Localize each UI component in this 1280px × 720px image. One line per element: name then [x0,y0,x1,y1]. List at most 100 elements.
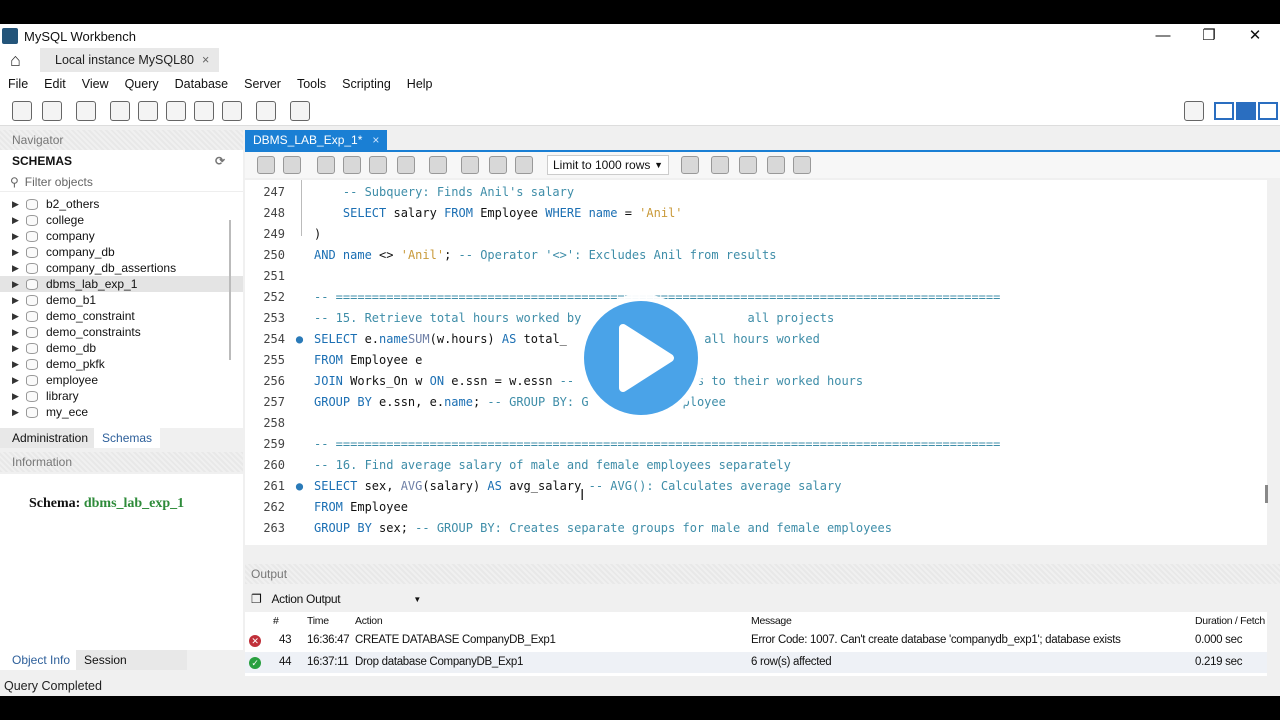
close-button[interactable]: ✕ [1232,24,1278,48]
schema-item[interactable]: ▶ dbms_lab_exp_1 [0,276,243,292]
editor-toolbar-icon-10[interactable] [681,156,699,174]
column-header[interactable]: Time [307,612,329,630]
limit-rows-select[interactable]: Limit to 1000 rows ▼ [547,155,669,175]
tree-scrollbar[interactable] [229,220,231,360]
schema-item[interactable]: ▶ employee [0,372,243,388]
play-button-overlay[interactable] [578,288,704,428]
editor-toolbar-icon-3[interactable] [343,156,361,174]
editor-toolbar-icon-11[interactable] [711,156,729,174]
output-mode-select[interactable]: ❐ Action Output ▼ [251,589,421,609]
menu-scripting[interactable]: Scripting [334,77,399,91]
schema-item[interactable]: ▶ library [0,388,243,404]
toolbar-icon-8[interactable] [256,101,276,121]
close-tab-icon[interactable]: × [202,53,209,67]
tab-administration[interactable]: Administration [0,428,95,448]
expand-arrow-icon[interactable]: ▶ [12,324,26,340]
expand-arrow-icon[interactable]: ▶ [12,244,26,260]
layout-toggle-icon-2[interactable] [1258,102,1278,120]
toolbar-icon-5[interactable] [166,101,186,121]
column-header[interactable]: Action [355,612,383,630]
editor-toolbar-icon-6[interactable] [429,156,447,174]
schema-item[interactable]: ▶ demo_constraints [0,324,243,340]
schema-item[interactable]: ▶ company_db_assertions [0,260,243,276]
tab-schemas[interactable]: Schemas [94,428,161,448]
minimize-button[interactable]: — [1140,24,1186,48]
column-header[interactable]: Message [751,612,792,630]
code-token: total_ [523,332,567,346]
schema-item[interactable]: ▶ demo_pkfk [0,356,243,372]
schema-name: demo_constraints [46,325,141,339]
schema-item[interactable]: ▶ my_ece [0,404,243,420]
editor-toolbar-icon-8[interactable] [489,156,507,174]
refresh-icon[interactable]: ⟳ [215,150,225,172]
cell-message: 6 row(s) affected [751,656,832,668]
expand-arrow-icon[interactable]: ▶ [12,196,26,212]
layout-toggle-icon-0[interactable] [1214,102,1234,120]
editor-toolbar-icon-7[interactable] [461,156,479,174]
column-header[interactable]: Duration / Fetch [1195,612,1265,630]
toolbar-icon-10[interactable] [1184,101,1204,121]
expand-arrow-icon[interactable]: ▶ [12,292,26,308]
menu-query[interactable]: Query [117,77,167,91]
vertical-scrollbar[interactable] [1265,485,1268,503]
menu-file[interactable]: File [0,77,36,91]
database-icon [26,406,38,418]
editor-toolbar-icon-14[interactable] [793,156,811,174]
tab-object-info[interactable]: Object Info [0,650,77,670]
menu-help[interactable]: Help [399,77,441,91]
expand-arrow-icon[interactable]: ▶ [12,228,26,244]
toolbar-icon-3[interactable] [110,101,130,121]
close-editor-tab-icon[interactable]: × [372,133,379,147]
expand-arrow-icon[interactable]: ▶ [12,276,26,292]
editor-toolbar-icon-9[interactable] [515,156,533,174]
toolbar-icon-2[interactable] [76,101,96,121]
editor-toolbar: Limit to 1000 rows ▼ [245,152,1280,178]
editor-toolbar-icon-2[interactable] [317,156,335,174]
editor-toolbar-icon-13[interactable] [767,156,785,174]
editor-toolbar-icon-0[interactable] [257,156,275,174]
output-row[interactable]: ✓ 44 16:37:11 Drop database CompanyDB_Exp1 6… [245,652,1267,673]
window-title: MySQL Workbench [24,28,136,44]
menu-server[interactable]: Server [236,77,289,91]
menu-edit[interactable]: Edit [36,77,74,91]
editor-tab[interactable]: DBMS_LAB_Exp_1* × [245,130,388,150]
code-area[interactable]: 247 -- Subquery: Finds Anil's salary 248 … [245,180,1267,545]
editor-toolbar-icon-4[interactable] [369,156,387,174]
menu-tools[interactable]: Tools [289,77,334,91]
expand-arrow-icon[interactable]: ▶ [12,388,26,404]
expand-arrow-icon[interactable]: ▶ [12,356,26,372]
connection-tab[interactable]: Local instance MySQL80 × [40,48,220,72]
output-row[interactable]: ✕ 43 16:36:47 CREATE DATABASE CompanyDB_Exp… [245,630,1267,651]
toolbar-icon-0[interactable] [12,101,32,121]
tab-session[interactable]: Session [76,650,187,670]
column-header[interactable]: # [273,612,279,630]
schema-item[interactable]: ▶ b2_others [0,196,243,212]
schema-item[interactable]: ▶ demo_b1 [0,292,243,308]
home-icon[interactable]: ⌂ [10,51,30,70]
toolbar-icon-7[interactable] [222,101,242,121]
schema-item[interactable]: ▶ demo_constraint [0,308,243,324]
toolbar-icon-6[interactable] [194,101,214,121]
schema-item[interactable]: ▶ demo_db [0,340,243,356]
schema-item[interactable]: ▶ company [0,228,243,244]
menu-view[interactable]: View [74,77,117,91]
menu-database[interactable]: Database [167,77,237,91]
toolbar-icon-9[interactable] [290,101,310,121]
expand-arrow-icon[interactable]: ▶ [12,260,26,276]
expand-arrow-icon[interactable]: ▶ [12,308,26,324]
restore-button[interactable]: ❐ [1186,24,1232,48]
code-token: (salary) [422,479,488,493]
toolbar-icon-4[interactable] [138,101,158,121]
editor-toolbar-icon-1[interactable] [283,156,301,174]
toolbar-icon-1[interactable] [42,101,62,121]
expand-arrow-icon[interactable]: ▶ [12,404,26,420]
expand-arrow-icon[interactable]: ▶ [12,372,26,388]
schema-item[interactable]: ▶ college [0,212,243,228]
editor-toolbar-icon-12[interactable] [739,156,757,174]
layout-toggle-icon-1[interactable] [1236,102,1256,120]
editor-toolbar-icon-5[interactable] [397,156,415,174]
expand-arrow-icon[interactable]: ▶ [12,212,26,228]
expand-arrow-icon[interactable]: ▶ [12,340,26,356]
schema-item[interactable]: ▶ company_db [0,244,243,260]
filter-objects-input[interactable]: ⚲ Filter objects [0,172,243,192]
